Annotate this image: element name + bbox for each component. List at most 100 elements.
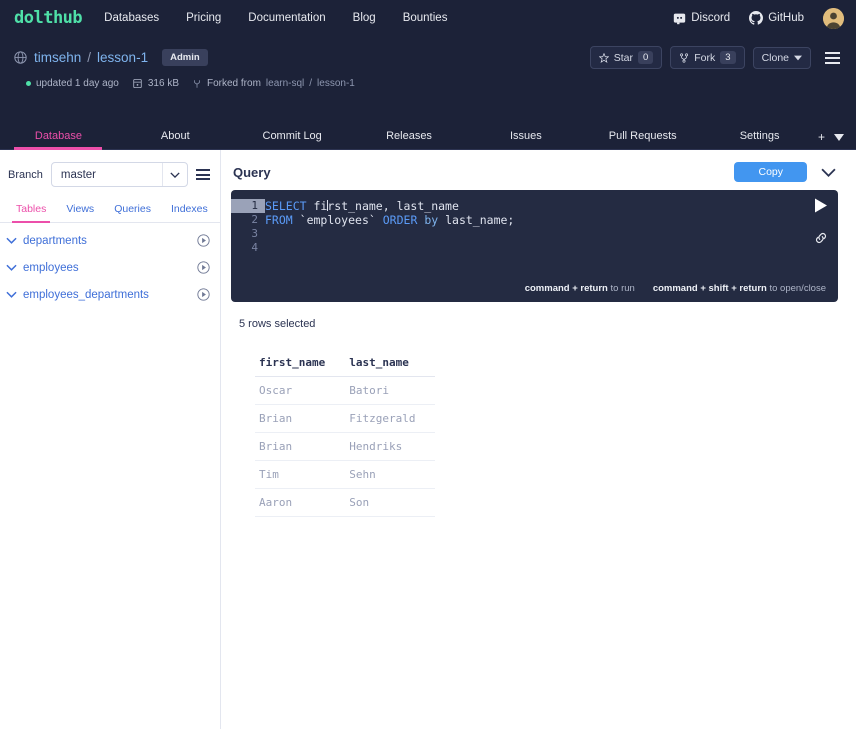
tab-about[interactable]: About <box>117 130 234 149</box>
rows-selected-status: 5 rows selected <box>239 318 316 330</box>
table-row[interactable]: Brian Fitzgerald <box>255 404 436 433</box>
sql-keyword-select: SELECT <box>265 199 307 213</box>
column-header-last-name[interactable]: last_name <box>345 352 436 377</box>
cell-first-name: Brian <box>255 432 346 461</box>
sidebar-tab-indexes[interactable]: Indexes <box>161 197 218 222</box>
star-count: 0 <box>637 51 654 64</box>
forked-name-link[interactable]: lesson-1 <box>317 78 355 89</box>
star-icon <box>598 52 609 63</box>
updated-status: updated 1 day ago <box>26 78 119 89</box>
add-icon[interactable]: + <box>818 131 825 143</box>
branch-select[interactable]: master <box>50 162 188 187</box>
tab-pull-requests[interactable]: Pull Requests <box>584 130 701 149</box>
avatar[interactable] <box>823 7 844 29</box>
branch-label: Branch <box>8 168 43 181</box>
fork-label: Fork <box>694 51 716 64</box>
sidebar-tab-queries[interactable]: Queries <box>104 197 161 222</box>
cell-last-name: Hendriks <box>345 432 436 461</box>
line-number: 2 <box>251 213 258 226</box>
repository-title-row: timsehn / lesson-1 Admin Star 0 Fork 3 C… <box>14 46 842 69</box>
tab-releases[interactable]: Releases <box>351 130 468 149</box>
main-area: Branch master Tables Views Queries Index… <box>0 150 856 729</box>
tab-commit-log[interactable]: Commit Log <box>234 130 351 149</box>
dolthub-logo[interactable]: dolthub <box>14 8 83 28</box>
table-header-row: first_name last_name <box>255 352 436 377</box>
run-table-query-icon[interactable] <box>197 234 210 247</box>
chevron-down-icon[interactable] <box>834 133 845 141</box>
globe-icon <box>14 51 27 64</box>
table-row[interactable]: Brian Hendriks <box>255 432 436 461</box>
sql-column-name: last_name; <box>445 213 515 227</box>
sql-editor[interactable]: 1 SELECT first_name, last_name 2 FROM `e… <box>231 190 838 302</box>
column-header-first-name[interactable]: first_name <box>255 352 346 377</box>
hint-run-keys: command + return <box>524 283 608 294</box>
table-row[interactable]: Aaron Son <box>255 488 436 517</box>
sidebar-tab-tables[interactable]: Tables <box>6 197 56 223</box>
sql-keyword-from: FROM <box>265 213 293 227</box>
tab-database[interactable]: Database <box>0 130 117 149</box>
table-item-departments[interactable]: departments <box>0 227 220 254</box>
cell-last-name: Son <box>345 488 436 517</box>
forked-from-label: Forked from <box>207 78 261 89</box>
code-line-3: 3 <box>231 227 838 241</box>
cell-last-name: Batori <box>345 376 436 405</box>
nav-link-databases[interactable]: Databases <box>104 12 159 24</box>
nav-link-documentation[interactable]: Documentation <box>248 12 325 24</box>
tab-settings[interactable]: Settings <box>701 130 818 149</box>
sql-keyword-order: ORDER <box>382 213 418 227</box>
github-label: GitHub <box>768 12 804 24</box>
query-header: Query Copy <box>231 162 838 190</box>
repo-owner-link[interactable]: timsehn <box>34 50 81 65</box>
nav-link-blog[interactable]: Blog <box>353 12 376 24</box>
branch-value: master <box>60 168 97 181</box>
forked-owner-link[interactable]: learn-sql <box>266 78 304 89</box>
tab-bar-extra: + <box>818 131 845 149</box>
editor-keyboard-hints: command + return to run command + shift … <box>231 283 838 302</box>
copy-link-icon[interactable] <box>814 231 828 245</box>
database-size: 316 kB <box>132 78 179 89</box>
query-header-actions: Copy <box>734 162 836 182</box>
sql-table-name: `employees` <box>299 213 376 227</box>
star-button[interactable]: Star 0 <box>589 46 663 69</box>
tab-issues[interactable]: Issues <box>467 130 584 149</box>
table-name: departments <box>23 234 87 247</box>
hint-open-text: to open/close <box>766 283 826 294</box>
copy-button[interactable]: Copy <box>734 162 807 182</box>
sidebar-tab-bar: Tables Views Queries Indexes <box>0 197 220 223</box>
table-row[interactable]: Tim Sehn <box>255 460 436 489</box>
forked-from: Forked from learn-sql / lesson-1 <box>192 78 355 89</box>
run-table-query-icon[interactable] <box>197 261 210 274</box>
repository-metadata: updated 1 day ago 316 kB Forked from lea… <box>14 78 842 89</box>
editor-side-actions <box>814 198 828 245</box>
discord-label: Discord <box>691 12 731 24</box>
collapse-chevron-icon[interactable] <box>821 168 836 177</box>
table-row[interactable]: Oscar Batori <box>255 376 436 405</box>
cell-first-name: Aaron <box>255 488 346 517</box>
forked-separator: / <box>309 78 313 89</box>
sidebar-tab-views[interactable]: Views <box>56 197 104 222</box>
results-table-head: first_name last_name <box>255 352 436 377</box>
sql-editor-code[interactable]: 1 SELECT first_name, last_name 2 FROM `e… <box>231 190 838 283</box>
table-name: employees <box>23 261 79 274</box>
run-table-query-icon[interactable] <box>197 288 210 301</box>
results-table-body: Oscar Batori Brian Fitzgerald Brian Hend… <box>255 376 436 517</box>
discord-link[interactable]: Discord <box>673 12 730 25</box>
discord-icon <box>673 12 686 25</box>
table-list: departments employees employees_departme <box>0 223 220 308</box>
run-query-icon[interactable] <box>814 198 828 213</box>
repo-name-link[interactable]: lesson-1 <box>97 50 148 65</box>
line-number: 1 <box>231 199 265 213</box>
cell-first-name: Oscar <box>255 376 346 405</box>
size-label: 316 kB <box>147 78 179 89</box>
clone-button[interactable]: Clone <box>752 46 811 69</box>
repo-menu-button[interactable] <box>823 48 842 68</box>
fork-button[interactable]: Fork 3 <box>670 46 745 69</box>
nav-link-pricing[interactable]: Pricing <box>186 12 221 24</box>
line-number: 3 <box>251 227 258 240</box>
nav-link-bounties[interactable]: Bounties <box>403 12 448 24</box>
sidebar-menu-button[interactable] <box>196 169 210 180</box>
table-item-employees[interactable]: employees <box>0 254 220 281</box>
table-item-employees-departments[interactable]: employees_departments <box>0 281 220 308</box>
github-link[interactable]: GitHub <box>749 11 804 25</box>
updated-label: updated 1 day ago <box>36 78 119 89</box>
